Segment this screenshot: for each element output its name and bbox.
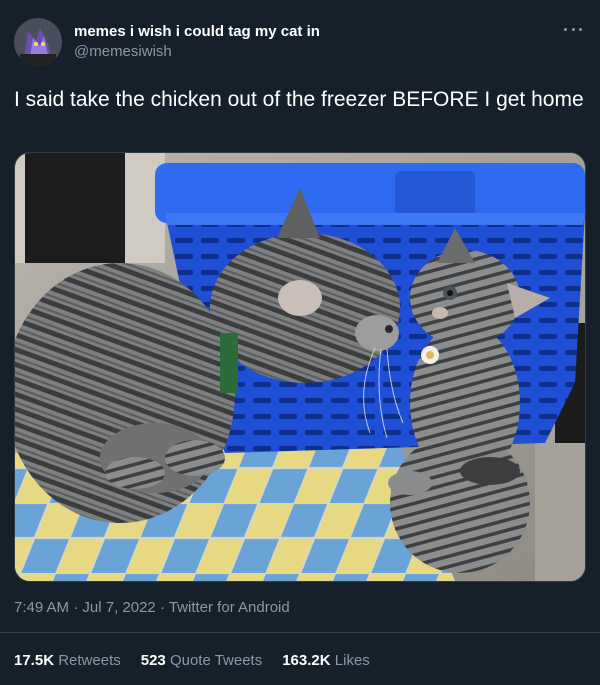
likes-count: 163.2K xyxy=(282,652,331,669)
meta-separator: · xyxy=(155,599,169,616)
tweet-stats: 17.5K Retweets 523 Quote Tweets 163.2K L… xyxy=(14,651,390,671)
tweet-photo[interactable] xyxy=(14,152,586,582)
likes-label: Likes xyxy=(334,652,370,669)
divider xyxy=(0,632,600,633)
likes-stat[interactable]: 163.2K Likes xyxy=(282,651,370,671)
author-display-name[interactable]: memes i wish i could tag my cat in xyxy=(74,22,320,42)
retweets-count: 17.5K xyxy=(14,652,55,669)
more-options-icon[interactable] xyxy=(564,24,582,34)
avatar-image-icon xyxy=(14,18,62,66)
tweet-time[interactable]: 7:49 AM xyxy=(14,599,69,616)
more-dot xyxy=(564,27,567,31)
tweet-text: I said take the chicken out of the freez… xyxy=(14,88,584,111)
avatar[interactable] xyxy=(14,18,62,66)
more-dot xyxy=(579,27,582,31)
meta-separator: · xyxy=(69,599,83,616)
retweets-stat[interactable]: 17.5K Retweets xyxy=(14,651,121,671)
photo-two-cats-blue-basket-icon xyxy=(15,153,585,581)
more-dot xyxy=(571,27,575,31)
quote-tweets-count: 523 xyxy=(140,652,166,669)
quote-tweets-label: Quote Tweets xyxy=(169,652,263,669)
quote-tweets-stat[interactable]: 523 Quote Tweets xyxy=(141,651,262,671)
retweets-label: Retweets xyxy=(58,652,121,669)
author-names: memes i wish i could tag my cat in @meme… xyxy=(74,22,320,62)
author-handle[interactable]: @memesiwish xyxy=(74,42,320,62)
tweet-client[interactable]: Twitter for Android xyxy=(169,599,290,616)
tweet-date[interactable]: Jul 7, 2022 xyxy=(82,599,155,616)
tweet-meta: 7:49 AM · Jul 7, 2022 · Twitter for Andr… xyxy=(14,598,290,618)
tweet-card: memes i wish i could tag my cat in @meme… xyxy=(0,0,600,685)
tweet-header: memes i wish i could tag my cat in @meme… xyxy=(14,18,586,66)
